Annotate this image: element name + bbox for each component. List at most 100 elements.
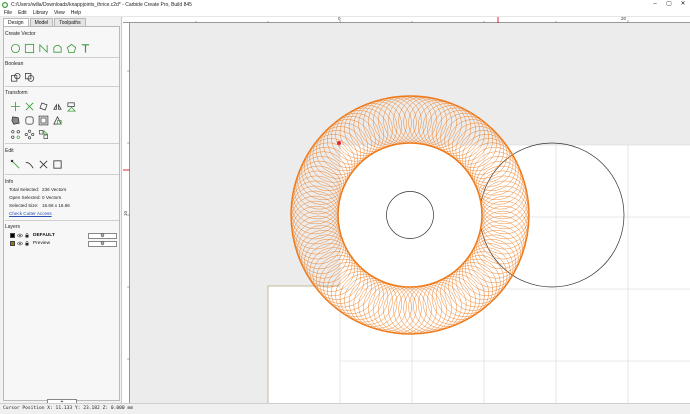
boolean-union-button[interactable] (10, 72, 21, 83)
selection-handle[interactable] (337, 141, 341, 145)
window-title: C:/Users/willa/Downloads/knappjoints_thr… (11, 1, 192, 8)
divider (5, 174, 119, 175)
menu-view[interactable]: View (54, 10, 65, 16)
trim-icon (25, 162, 34, 169)
selected-size-value: 16.66 x 16.66 (42, 203, 70, 208)
layer-color-swatch[interactable] (10, 233, 15, 238)
weld-icon (53, 116, 62, 125)
inset-tool-button[interactable] (38, 115, 49, 126)
text-tool-button[interactable] (80, 43, 91, 54)
status-bar: Cursor Position X: 11.133 Y: 23.182 Z: 0… (0, 403, 690, 414)
open-selected-value: 0 Vectors (42, 195, 62, 200)
circular-array-icon (24, 129, 35, 140)
selected-size-label: Selected Size: (9, 203, 39, 208)
nest-icon (39, 130, 49, 139)
canvas-drawing[interactable] (130, 23, 690, 403)
design-panel: Create Vector Boolean Transform Edit Inf… (3, 26, 120, 405)
polyline-tool-button[interactable] (38, 43, 49, 54)
divider (5, 57, 119, 58)
panel-tabs: Design Model Toolpaths (3, 18, 87, 26)
vector-circle[interactable] (418, 101, 467, 150)
menu-file[interactable]: File (4, 10, 12, 16)
align-tool-button[interactable] (66, 101, 77, 112)
rectangle-tool-button[interactable] (24, 43, 35, 54)
vector-circle[interactable] (291, 175, 341, 225)
mirror-icon (53, 103, 62, 110)
move-tool-button[interactable] (10, 101, 21, 112)
open-selected-row: Open Selected: 0 Vectors (9, 195, 61, 200)
app-logo-icon (2, 1, 8, 8)
layer-name: DEFAULT (33, 233, 55, 238)
section-edit: Edit (5, 148, 14, 154)
weld-tool-button[interactable] (52, 115, 63, 126)
layer-color-swatch[interactable] (10, 241, 15, 246)
vector-circle[interactable] (353, 101, 402, 150)
align-icon (66, 102, 77, 112)
layer-settings-button[interactable]: ⚙ (88, 240, 117, 247)
scissors-icon (39, 160, 48, 169)
selected-size-row: Selected Size: 16.66 x 16.66 (9, 203, 70, 208)
menu-edit[interactable]: Edit (18, 10, 27, 16)
rotate-tool-button[interactable] (38, 101, 49, 112)
divider (5, 86, 119, 87)
eye-icon[interactable] (17, 233, 23, 238)
vector-circle[interactable] (393, 96, 442, 145)
tab-model[interactable]: Model (29, 18, 54, 26)
minimize-button[interactable]: – (648, 0, 662, 9)
vector-circle[interactable] (378, 96, 427, 145)
maximize-button[interactable]: ▢ (662, 0, 676, 9)
fillet-tool-button[interactable] (24, 115, 35, 126)
design-canvas[interactable] (130, 23, 690, 403)
fillet-icon (25, 116, 34, 125)
curve-icon (53, 44, 62, 53)
offset-tool-button[interactable] (10, 115, 21, 126)
check-cutter-access-link[interactable]: Check Cutter Access (9, 211, 52, 216)
eye-icon[interactable] (17, 241, 23, 246)
ruler-label-10: 10 (123, 210, 129, 217)
section-boolean: Boolean (5, 61, 24, 67)
ruler-label-20: 20 (621, 16, 627, 21)
section-transform: Transform (5, 90, 28, 96)
ruler-vertical: 10 (123, 23, 130, 403)
vector-circle[interactable] (291, 205, 341, 255)
menu-library[interactable]: Library (33, 10, 48, 16)
tab-toolpaths[interactable]: Toolpaths (54, 18, 86, 26)
layer-row-default[interactable]: DEFAULT ⚙ (10, 232, 118, 239)
curve-tool-button[interactable] (52, 43, 63, 54)
nest-tool-button[interactable] (38, 129, 49, 140)
divider (5, 143, 119, 144)
circle-icon (10, 43, 21, 54)
vector-circle[interactable] (398, 96, 447, 146)
polygon-icon (66, 43, 77, 54)
bounding-box-button[interactable] (52, 159, 63, 170)
title-bar: C:/Users/willa/Downloads/knappjoints_thr… (0, 0, 690, 9)
scale-tool-button[interactable] (24, 101, 35, 112)
mirror-tool-button[interactable] (52, 101, 63, 112)
vector-circle[interactable] (295, 160, 345, 210)
vector-circle[interactable] (295, 220, 345, 270)
node-edit-button[interactable] (10, 159, 21, 170)
circle-tool-button[interactable] (10, 43, 21, 54)
tab-design[interactable]: Design (3, 18, 29, 26)
boolean-subtract-button[interactable] (24, 72, 35, 83)
inset-icon (38, 115, 49, 126)
total-selected-value: 236 Vectors (42, 187, 67, 192)
vector-circle[interactable] (373, 96, 422, 146)
subtract-icon (25, 73, 35, 82)
lock-icon[interactable] (24, 241, 30, 246)
vector-circle[interactable] (408, 98, 457, 147)
cut-tool-button[interactable] (38, 159, 49, 170)
circular-array-button[interactable] (24, 129, 35, 140)
lock-icon[interactable] (24, 233, 30, 238)
layer-settings-button[interactable]: ⚙ (88, 232, 117, 239)
layer-name: Preview (33, 241, 51, 246)
rotate-icon (39, 102, 48, 111)
menu-help[interactable]: Help (71, 10, 81, 16)
array-tool-button[interactable] (10, 129, 21, 140)
inner-hole-outline[interactable] (337, 142, 483, 288)
close-button[interactable]: ✕ (676, 0, 690, 9)
trim-tool-button[interactable] (24, 159, 35, 170)
layer-row-preview[interactable]: Preview ⚙ (10, 240, 118, 247)
vector-circle[interactable] (363, 98, 412, 147)
polygon-tool-button[interactable] (66, 43, 77, 54)
